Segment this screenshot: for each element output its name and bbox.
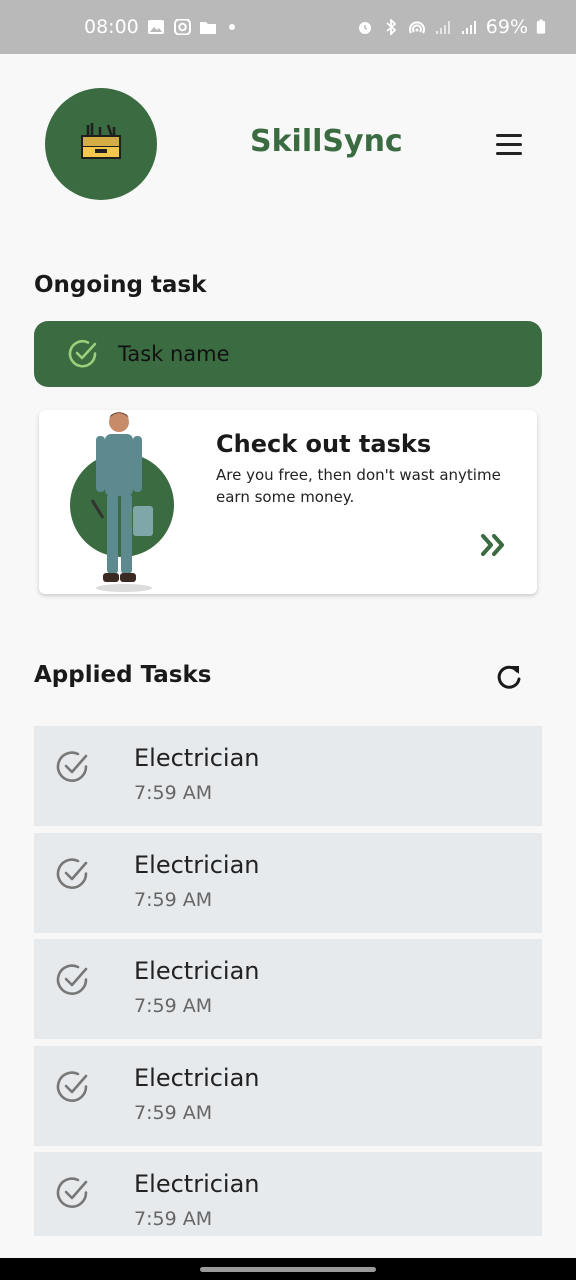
list-item[interactable]: Electrician 7:59 AM	[34, 1045, 542, 1146]
task-name: Electrician	[134, 850, 260, 879]
signal-icon	[435, 21, 450, 34]
task-time: 7:59 AM	[134, 1101, 213, 1124]
home-gesture-pill[interactable]	[200, 1267, 376, 1272]
list-item[interactable]: Electrician 7:59 AM	[34, 832, 542, 933]
system-navigation-bar	[0, 1258, 576, 1280]
bluetooth-icon	[386, 19, 397, 35]
task-name: Electrician	[134, 744, 260, 772]
toolbox-icon	[81, 123, 121, 159]
applied-tasks-list: Electrician 7:59 AM Electrician 7:59 AM …	[34, 726, 542, 1243]
task-name: Electrician	[134, 1170, 260, 1198]
list-item[interactable]: Electrician 7:59 AM	[34, 1152, 542, 1236]
folder-icon	[199, 22, 216, 34]
task-time: 7:59 AM	[134, 782, 213, 804]
task-name: Electrician	[134, 1063, 260, 1092]
check-circle-icon	[56, 857, 88, 889]
ongoing-task-card[interactable]: Task name	[34, 321, 542, 387]
task-name: Electrician	[134, 957, 260, 985]
notification-dot	[228, 24, 235, 30]
status-time: 08:00	[84, 16, 139, 38]
applied-section-title: Applied Tasks	[34, 662, 212, 688]
battery-percent: 69%	[485, 16, 528, 38]
promo-title: Check out tasks	[216, 430, 432, 458]
check-circle-icon	[56, 1070, 88, 1102]
list-item[interactable]: Electrician 7:59 AM	[34, 939, 542, 1039]
status-bar: 08:00 69%	[0, 0, 576, 54]
ongoing-task-name: Task name	[118, 342, 230, 366]
4g-signal-icon	[461, 21, 476, 34]
double-chevron-right-icon[interactable]	[479, 530, 509, 560]
list-item[interactable]: Electrician 7:59 AM	[34, 726, 542, 826]
task-time: 7:59 AM	[134, 995, 213, 1017]
task-time: 7:59 AM	[134, 888, 213, 911]
check-circle-icon	[56, 1177, 88, 1208]
promo-description: Are you free, then don't wast anytime ea…	[216, 466, 501, 506]
app-title: SkillSync	[250, 124, 403, 159]
battery-icon	[536, 19, 546, 34]
status-right: 69%	[356, 16, 546, 38]
check-circle-icon	[56, 964, 88, 995]
app-logo[interactable]	[45, 88, 157, 200]
alarm-icon	[358, 22, 371, 34]
status-left: 08:00	[84, 16, 235, 38]
hotspot-icon	[408, 21, 425, 34]
task-time: 7:59 AM	[134, 1208, 213, 1230]
check-circle-icon	[68, 339, 97, 368]
check-out-tasks-card[interactable]: Check out tasks Are you free, then don't…	[39, 410, 537, 594]
ongoing-section-title: Ongoing task	[34, 272, 207, 298]
check-circle-icon	[56, 751, 88, 782]
gallery-icon	[147, 20, 164, 34]
worker-illustration	[90, 412, 153, 592]
instagram-icon	[173, 19, 191, 35]
hamburger-menu-icon[interactable]	[492, 130, 526, 158]
refresh-icon[interactable]	[494, 662, 524, 692]
